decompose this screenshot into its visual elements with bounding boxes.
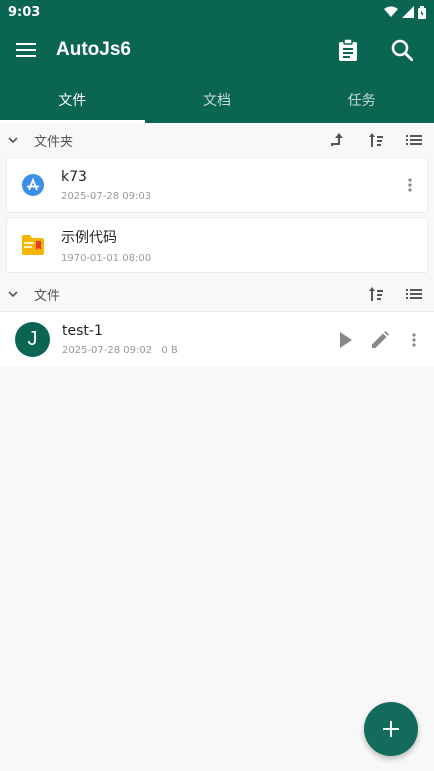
folder-item-k73[interactable]: k73 2025-07-28 09:03 (6, 157, 428, 213)
menu-icon[interactable] (10, 34, 42, 66)
app-title: AutoJs6 (56, 39, 131, 60)
clipboard-icon[interactable] (332, 34, 364, 66)
folder-name: k73 (61, 168, 87, 185)
folders-section-header[interactable]: 文件夹 (0, 123, 434, 157)
signal-icon (402, 6, 414, 18)
more-vert-icon[interactable] (401, 173, 419, 197)
add-fab-button[interactable] (364, 702, 418, 756)
folder-date: 1970-01-01 08:00 (61, 252, 152, 264)
status-bar: 9:03 (0, 0, 434, 24)
file-item-test-1[interactable]: J test-1 2025-07-28 09:02 0 B (0, 311, 434, 367)
tab-bar: 文件 文档 任务 (0, 76, 434, 123)
tab-files[interactable]: 文件 (0, 76, 145, 123)
file-meta: 2025-07-28 09:02 0 B (62, 345, 324, 356)
folder-item-samples[interactable]: 示例代码 1970-01-01 08:00 (6, 217, 428, 273)
list-view-icon[interactable] (402, 282, 426, 306)
tab-docs[interactable]: 文档 (145, 76, 290, 123)
go-up-icon[interactable] (326, 128, 350, 152)
more-vert-icon[interactable] (402, 328, 426, 352)
edit-icon[interactable] (368, 328, 392, 352)
play-icon[interactable] (334, 328, 358, 352)
file-size: 0 B (161, 345, 178, 356)
file-date: 2025-07-28 09:02 (62, 345, 153, 356)
battery-icon (418, 5, 426, 19)
wifi-icon (384, 6, 398, 17)
plus-icon (383, 721, 399, 737)
tab-tasks[interactable]: 任务 (289, 76, 434, 123)
tab-indicator (0, 120, 145, 123)
search-icon[interactable] (386, 34, 418, 66)
folder-name: 示例代码 (61, 229, 117, 246)
status-time: 9:03 (8, 4, 41, 20)
sort-icon[interactable] (364, 282, 388, 306)
list-view-icon[interactable] (402, 128, 426, 152)
sort-icon[interactable] (364, 128, 388, 152)
folder-date: 2025-07-28 09:03 (61, 190, 152, 202)
avatar: J (15, 322, 50, 357)
chevron-down-icon[interactable] (8, 290, 24, 298)
files-section-label: 文件 (34, 288, 61, 304)
status-icons (384, 5, 426, 19)
app-bar: AutoJs6 (0, 24, 434, 76)
chevron-down-icon[interactable] (8, 136, 24, 144)
file-name: test-1 (62, 323, 103, 339)
folders-section-label: 文件夹 (34, 134, 74, 150)
files-section-header[interactable]: 文件 (0, 277, 434, 311)
folder-icon (21, 233, 45, 257)
app-store-icon (21, 173, 45, 197)
